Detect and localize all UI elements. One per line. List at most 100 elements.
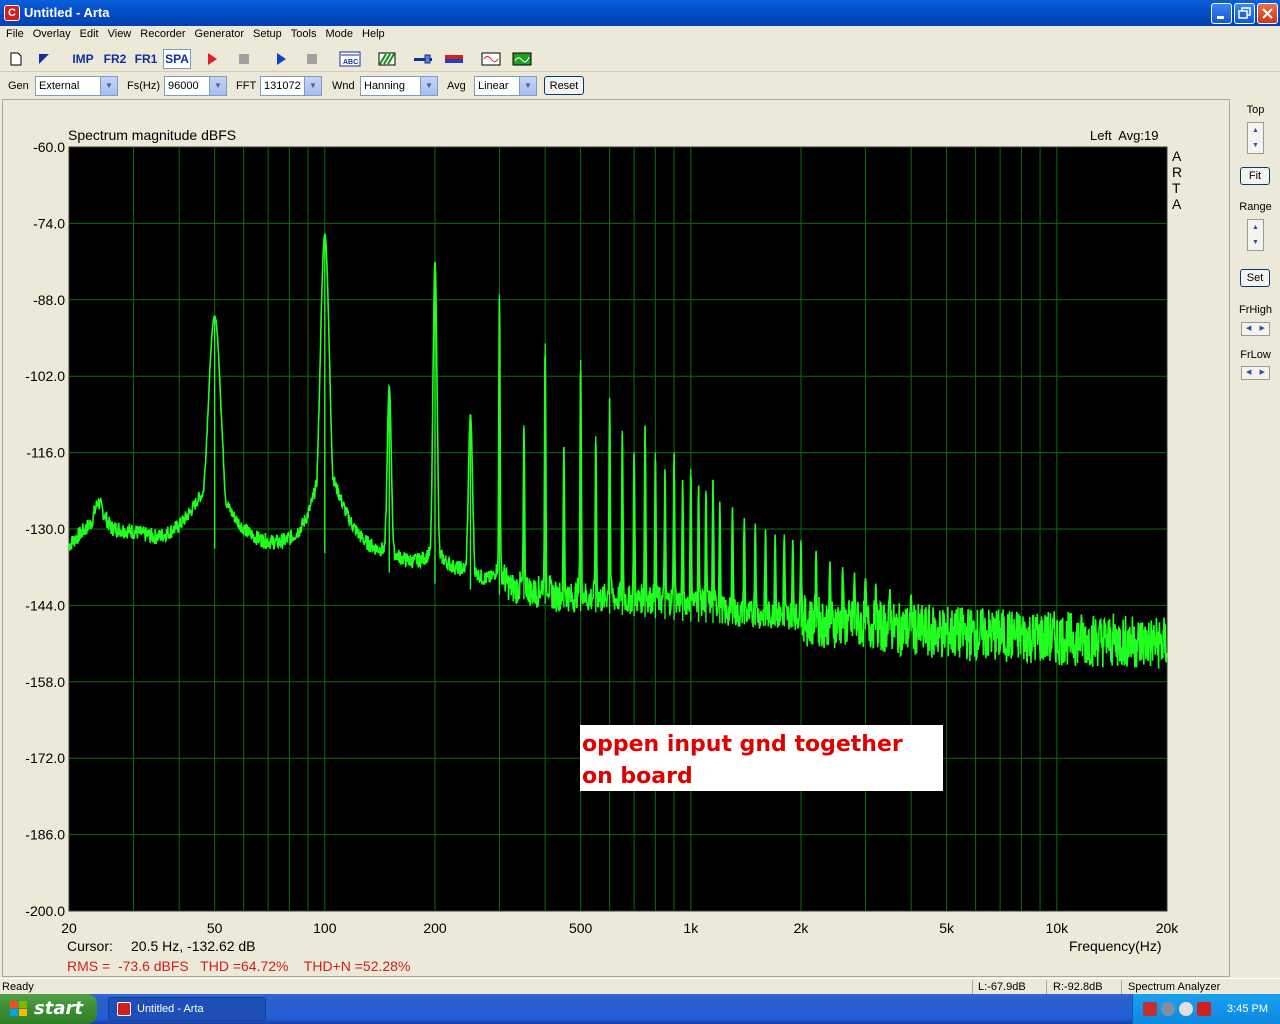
- bar-meter-button[interactable]: [443, 49, 465, 69]
- color-bar-icon: [445, 55, 463, 63]
- control-bar: Gen External ▼ Fs(Hz) 96000 ▼ FFT 131072 ▼ …: [0, 74, 1280, 98]
- spa-mode-button[interactable]: SPA: [163, 49, 191, 69]
- wnd-select[interactable]: Hanning ▼: [360, 76, 438, 96]
- fr2-mode-button[interactable]: FR2: [101, 49, 129, 69]
- generator-stop-button[interactable]: [302, 49, 322, 69]
- fs-value: 96000: [168, 80, 199, 92]
- hatch-green-icon: [378, 52, 396, 66]
- menu-file[interactable]: File: [6, 26, 24, 40]
- y-tick-label: -130.0: [25, 521, 65, 537]
- chevron-down-icon[interactable]: ▼: [519, 77, 536, 95]
- security-shield-icon[interactable]: [1197, 1002, 1211, 1016]
- x-tick-label: 20: [61, 920, 77, 936]
- antivirus-icon[interactable]: [1179, 1002, 1193, 1016]
- y-tick-label: -60.0: [33, 139, 65, 155]
- x-tick-label: 100: [313, 920, 337, 936]
- spin-up-icon[interactable]: ▲: [1248, 220, 1263, 235]
- new-file-icon: [10, 52, 22, 66]
- start-button[interactable]: start: [0, 994, 97, 1024]
- menu-setup[interactable]: Setup: [253, 26, 282, 40]
- top-spinner[interactable]: ▲ ▼: [1247, 122, 1264, 154]
- gen-value: External: [39, 80, 80, 92]
- annotation-line-1: oppen input gnd together: [582, 732, 903, 757]
- fit-button[interactable]: Fit: [1240, 167, 1270, 185]
- x-tick-label: 1k: [683, 920, 699, 936]
- spectrum-generator-button[interactable]: [511, 49, 533, 69]
- close-button[interactable]: [1257, 3, 1278, 24]
- fft-select[interactable]: 131072 ▼: [260, 76, 322, 96]
- status-separator: [1121, 980, 1122, 994]
- arta-app-icon[interactable]: C: [4, 5, 20, 21]
- grid-layer: [69, 146, 1167, 912]
- generator-play-button[interactable]: [271, 49, 291, 69]
- sine-generator-button[interactable]: [480, 49, 502, 69]
- menu-edit[interactable]: Edit: [80, 26, 99, 40]
- set-button[interactable]: Set: [1240, 269, 1270, 287]
- status-bar: Ready L:-67.9dB R:-92.8dB Spectrum Analy…: [0, 978, 1280, 994]
- gen-select[interactable]: External ▼: [35, 76, 118, 96]
- y-tick-label: -186.0: [25, 827, 65, 843]
- frlow-spinner[interactable]: ◀ ▶: [1241, 366, 1270, 380]
- minimize-button[interactable]: [1211, 3, 1232, 24]
- title-bar: C Untitled - Arta: [0, 0, 1280, 26]
- play-red-icon: [208, 53, 217, 65]
- calibrate-button[interactable]: ABC: [338, 49, 362, 69]
- fr1-mode-button[interactable]: FR1: [132, 49, 160, 69]
- chevron-down-icon[interactable]: ▼: [209, 77, 226, 95]
- restore-button[interactable]: [1234, 3, 1255, 24]
- menu-mode[interactable]: Mode: [325, 26, 353, 40]
- minimize-icon: [1217, 16, 1224, 19]
- status-separator: [972, 980, 973, 994]
- arta-brand: ARTA: [1172, 148, 1183, 212]
- taskbar-item-arta[interactable]: Untitled - Arta: [108, 997, 266, 1021]
- network-icon[interactable]: [1143, 1002, 1157, 1016]
- new-button[interactable]: [6, 49, 26, 69]
- record-button[interactable]: [202, 49, 222, 69]
- system-tray: 3:45 PM: [1132, 994, 1280, 1024]
- x-tick-label: 50: [207, 920, 223, 936]
- spin-right-icon[interactable]: ▶: [1256, 367, 1270, 379]
- level-button[interactable]: [412, 49, 434, 69]
- avg-select[interactable]: Linear ▼: [474, 76, 537, 96]
- spectrum-chart[interactable]: -60.0 -74.0 -88.0 -102.0 -116.0 -130.0 -144.0 -…: [3, 100, 1229, 976]
- spin-right-icon[interactable]: ▶: [1256, 323, 1270, 335]
- reset-button[interactable]: Reset: [544, 76, 584, 95]
- spin-down-icon[interactable]: ▼: [1248, 235, 1263, 250]
- spin-up-icon[interactable]: ▲: [1248, 123, 1263, 138]
- x-tick-label: 200: [423, 920, 447, 936]
- menu-view[interactable]: View: [108, 26, 132, 40]
- taskbar-item-label: Untitled - Arta: [137, 1003, 204, 1015]
- range-spinner[interactable]: ▲ ▼: [1247, 219, 1264, 251]
- stop-button[interactable]: [234, 49, 254, 69]
- frhigh-spinner[interactable]: ◀ ▶: [1241, 322, 1270, 336]
- green-wave-icon: [512, 52, 532, 66]
- spin-down-icon[interactable]: ▼: [1248, 138, 1263, 153]
- play-blue-icon: [277, 53, 286, 65]
- menu-generator[interactable]: Generator: [195, 26, 245, 40]
- x-tick-label: 20k: [1156, 920, 1180, 936]
- avg-value: Linear: [478, 80, 509, 92]
- window-title: Untitled - Arta: [24, 5, 110, 20]
- chevron-down-icon[interactable]: ▼: [100, 77, 117, 95]
- menu-tools[interactable]: Tools: [291, 26, 317, 40]
- menu-overlay[interactable]: Overlay: [33, 26, 71, 40]
- fft-value: 131072: [264, 80, 301, 92]
- open-arrow-icon: [39, 54, 49, 64]
- imp-mode-button[interactable]: IMP: [70, 49, 96, 69]
- menu-recorder[interactable]: Recorder: [140, 26, 185, 40]
- right-control-panel: Top ▲ ▼ Fit Range ▲ ▼ Set FrHigh ◀ ▶ FrLow …: [1231, 99, 1280, 977]
- chevron-down-icon[interactable]: ▼: [420, 77, 437, 95]
- open-button[interactable]: [34, 49, 54, 69]
- y-tick-label: -102.0: [25, 368, 65, 384]
- fs-select[interactable]: 96000 ▼: [164, 76, 227, 96]
- frhigh-label: FrHigh: [1238, 304, 1272, 316]
- right-level: R:-92.8dB: [1053, 981, 1103, 993]
- volume-icon[interactable]: [1161, 1002, 1175, 1016]
- fft-label: FFT: [236, 80, 257, 92]
- spin-left-icon[interactable]: ◀: [1242, 367, 1256, 379]
- chevron-down-icon[interactable]: ▼: [304, 77, 321, 95]
- annotation-box[interactable]: oppen input gnd together on board: [580, 725, 943, 791]
- spin-left-icon[interactable]: ◀: [1242, 323, 1256, 335]
- scope-settings-button[interactable]: [376, 49, 398, 69]
- menu-help[interactable]: Help: [362, 26, 385, 40]
